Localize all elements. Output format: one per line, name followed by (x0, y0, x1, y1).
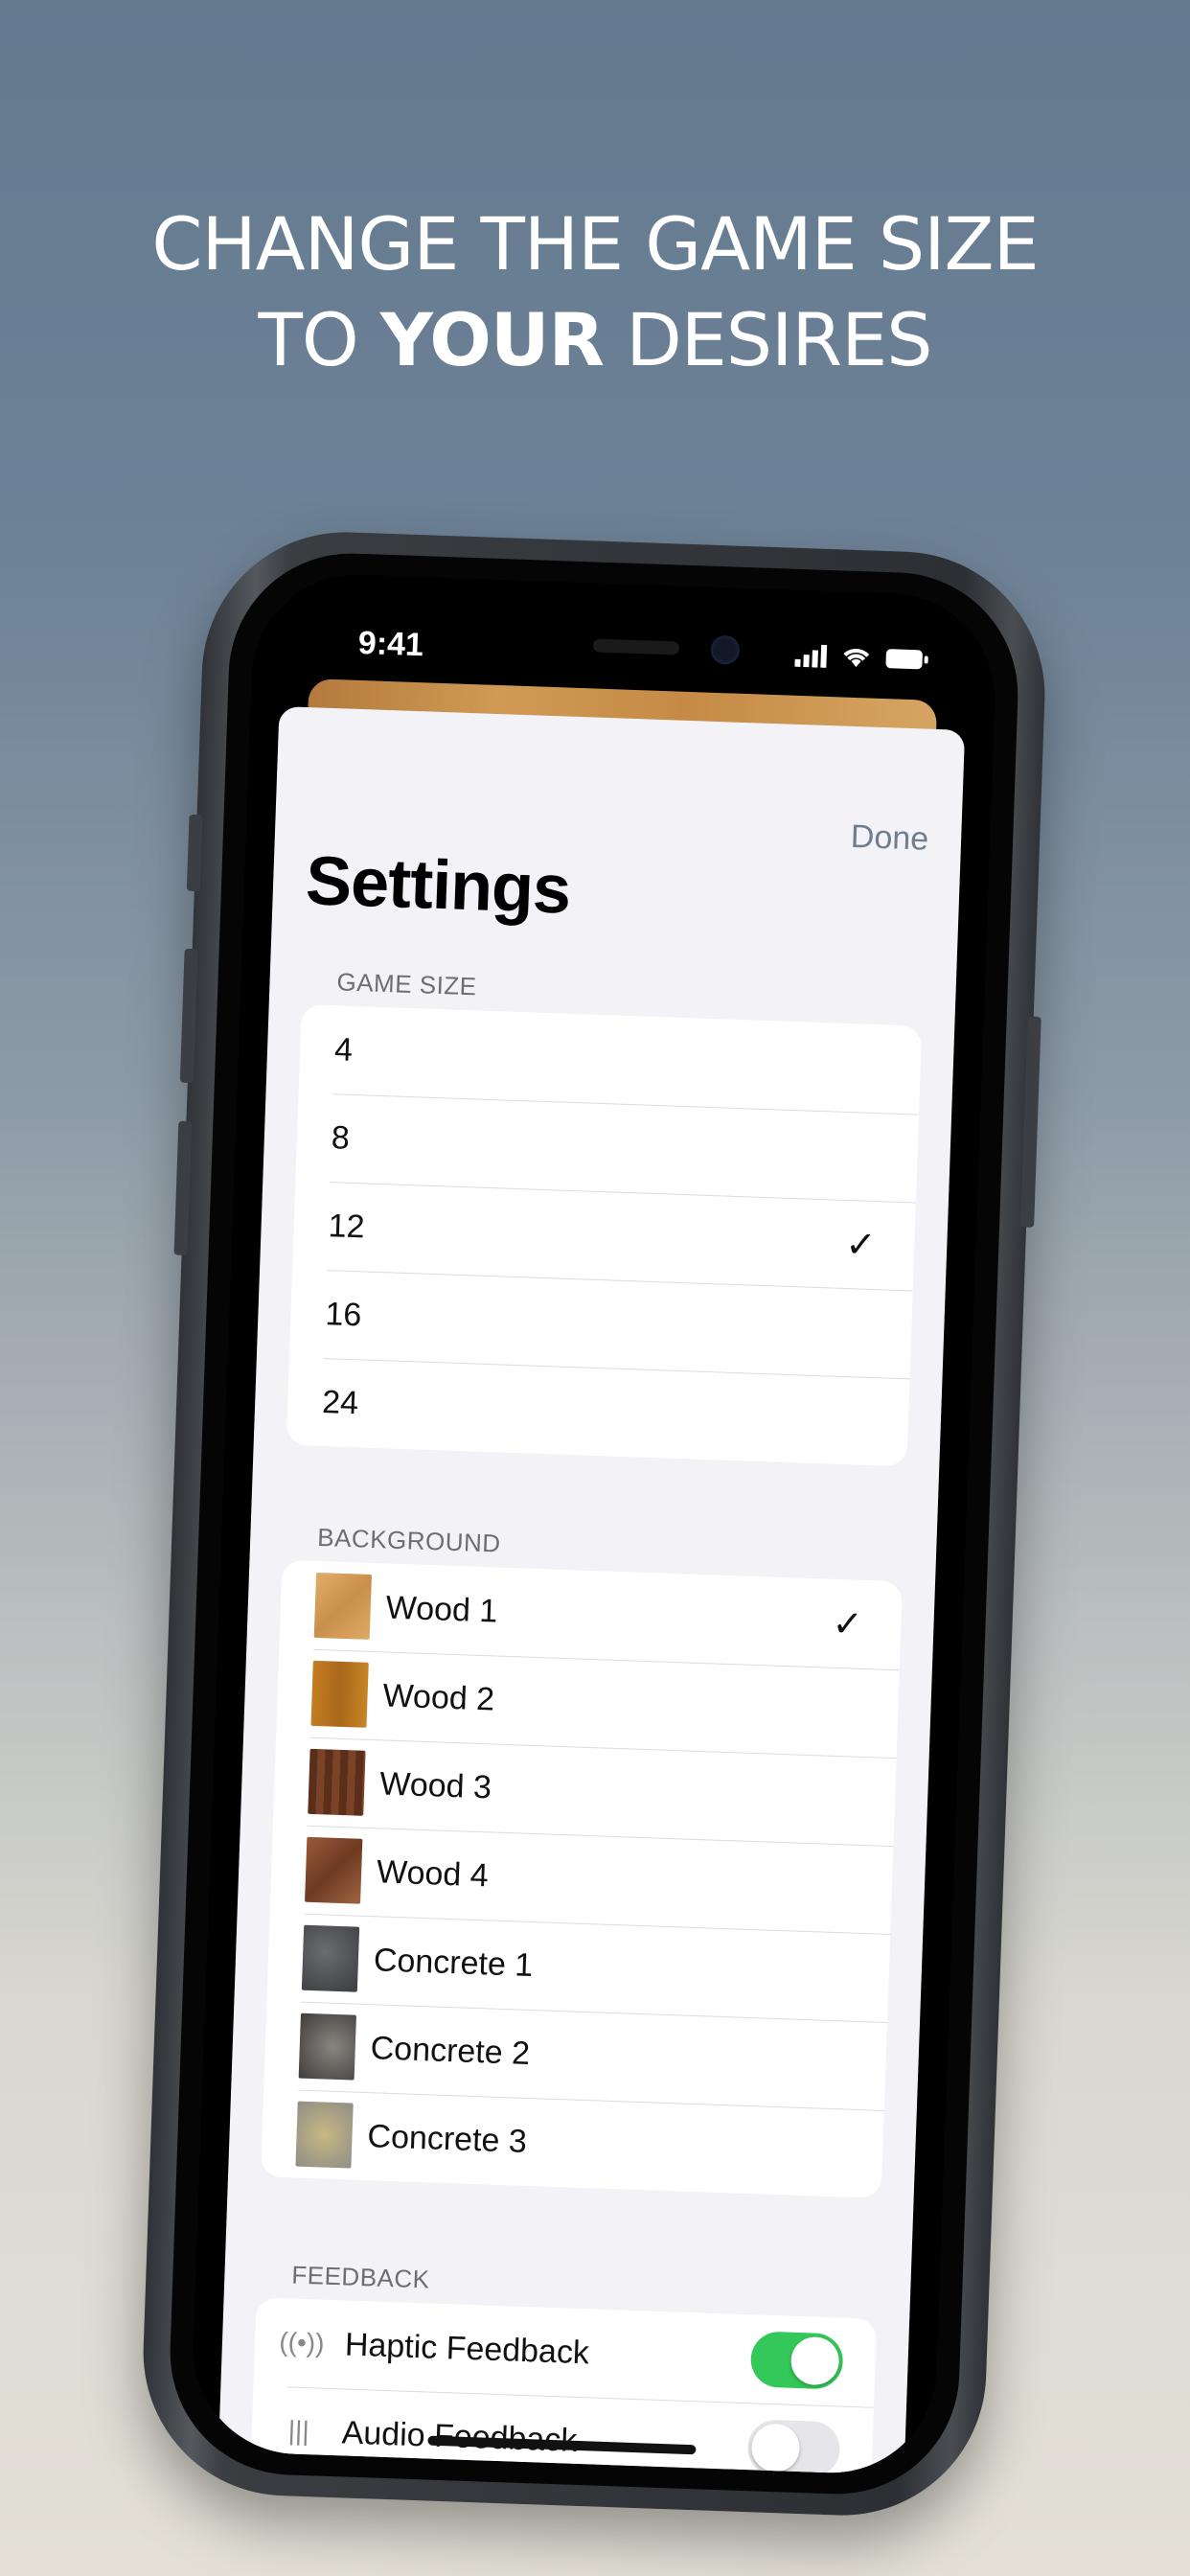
battery-icon (885, 649, 928, 670)
option-label: Concrete 3 (366, 2117, 528, 2160)
wood-2-thumbnail (310, 1660, 369, 1728)
marketing-headline: CHANGE THE GAME SIZE TO YOUR DESIRES (0, 196, 1190, 388)
option-label: Wood 3 (378, 1764, 492, 1806)
settings-sheet: Done Settings GAME SIZE 4 8 12 ✓ 16 24 BA… (217, 706, 966, 2476)
option-label: Concrete 1 (373, 1941, 534, 1984)
status-time: 9:41 (357, 624, 424, 664)
headline-line-1: CHANGE THE GAME SIZE (151, 201, 1039, 287)
option-label: 4 (333, 1030, 354, 1069)
audio-waveform-icon: ||| (287, 2415, 310, 2447)
headline-text: DESIRES (604, 297, 932, 382)
option-label: Wood 1 (385, 1588, 498, 1630)
toggle-knob (790, 2335, 840, 2386)
headline-text: TO (258, 297, 380, 382)
checkmark-icon: ✓ (844, 1224, 878, 1266)
option-label: 24 (321, 1383, 359, 1421)
concrete-1-thumbnail (301, 1924, 360, 1992)
option-label: 8 (331, 1118, 351, 1157)
concrete-2-thumbnail (298, 2012, 356, 2081)
cellular-signal-icon (794, 644, 828, 668)
wood-1-thumbnail (313, 1572, 373, 1640)
audio-feedback-toggle[interactable] (746, 2419, 841, 2476)
page-title: Settings (304, 842, 572, 929)
option-label: Concrete 2 (370, 2029, 531, 2072)
status-icons (794, 644, 929, 672)
wood-4-thumbnail (305, 1836, 363, 1904)
headline-emphasis: YOUR (379, 297, 605, 382)
background-header: BACKGROUND (316, 1522, 502, 1558)
game-size-list: 4 8 12 ✓ 16 24 (286, 1004, 923, 1467)
done-button[interactable]: Done (850, 818, 929, 859)
side-button (186, 814, 203, 892)
option-label: Wood 4 (376, 1852, 490, 1894)
option-label: Wood 2 (381, 1676, 495, 1717)
option-label: 12 (328, 1207, 366, 1245)
haptic-feedback-toggle[interactable] (749, 2331, 844, 2390)
toggle-knob (750, 2423, 801, 2473)
checkmark-icon: ✓ (831, 1603, 864, 1645)
phone-screen: 9:41 Done Settings GAME SIZE 4 8 12 ✓ 16 … (189, 571, 999, 2476)
concrete-3-thumbnail (295, 2101, 354, 2169)
feedback-header: FEEDBACK (290, 2260, 431, 2294)
phone-mockup: 9:41 Done Settings GAME SIZE 4 8 12 ✓ 16 … (138, 527, 1050, 2520)
game-size-header: GAME SIZE (336, 967, 478, 1001)
background-list: Wood 1 ✓ Wood 2 Wood 3 Wood 4 Concrete 1 … (261, 1559, 904, 2198)
haptic-waves-icon: ((•)) (278, 2327, 326, 2358)
headline-line-2: TO YOUR DESIRES (0, 292, 1190, 388)
wood-3-thumbnail (308, 1748, 366, 1816)
wifi-icon (843, 649, 870, 667)
option-label: Haptic Feedback (344, 2325, 590, 2371)
option-label: 16 (324, 1295, 362, 1333)
